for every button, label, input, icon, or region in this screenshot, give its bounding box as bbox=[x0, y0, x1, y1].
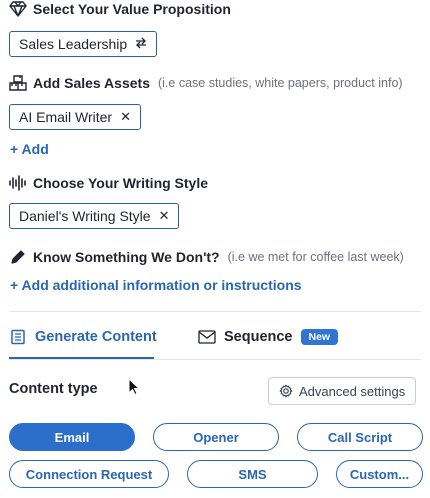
content-type-call-script[interactable]: Call Script bbox=[297, 423, 423, 451]
gear-icon bbox=[279, 384, 293, 398]
content-type-email[interactable]: Email bbox=[9, 423, 135, 451]
content-type-sms[interactable]: SMS bbox=[187, 460, 318, 488]
tab-generate-content-label: Generate Content bbox=[35, 329, 157, 345]
remove-writing-style-icon[interactable]: ✕ bbox=[159, 208, 170, 224]
envelope-icon bbox=[198, 328, 216, 346]
add-additional-info-link[interactable]: + Add additional information or instruct… bbox=[10, 277, 302, 293]
writing-style-chip[interactable]: Daniel's Writing Style ✕ bbox=[9, 203, 180, 229]
sales-asset-value: AI Email Writer bbox=[19, 109, 113, 125]
pencil-icon bbox=[9, 248, 27, 266]
advanced-settings-button[interactable]: Advanced settings bbox=[268, 377, 417, 405]
tab-sequence-label: Sequence bbox=[224, 329, 293, 345]
value-proposition-title: Select Your Value Proposition bbox=[33, 1, 231, 17]
writing-style-value: Daniel's Writing Style bbox=[19, 208, 151, 224]
extra-info-title: Know Something We Don't? bbox=[33, 249, 220, 265]
writing-style-header: Choose Your Writing Style bbox=[9, 174, 208, 192]
content-type-opener[interactable]: Opener bbox=[153, 423, 279, 451]
section-divider bbox=[9, 311, 421, 312]
extra-info-hint: (i.e we met for coffee last week) bbox=[227, 250, 404, 264]
extra-info-header: Know Something We Don't? (i.e we met for… bbox=[9, 248, 404, 266]
boxes-icon bbox=[9, 74, 27, 92]
value-proposition-header: Select Your Value Proposition bbox=[9, 0, 231, 18]
sales-assets-title: Add Sales Assets bbox=[33, 75, 150, 91]
sales-asset-chip[interactable]: AI Email Writer ✕ bbox=[9, 104, 141, 130]
tab-generate-content[interactable]: Generate Content bbox=[9, 328, 157, 346]
value-proposition-chip[interactable]: Sales Leadership bbox=[9, 31, 158, 57]
waveform-icon bbox=[9, 174, 27, 192]
new-badge: New bbox=[300, 329, 339, 345]
swap-icon[interactable] bbox=[135, 36, 147, 52]
value-proposition-value: Sales Leadership bbox=[19, 36, 128, 52]
document-icon bbox=[9, 328, 27, 346]
mouse-cursor-icon bbox=[128, 377, 141, 401]
content-type-custom[interactable]: Custom... bbox=[336, 460, 423, 488]
content-type-label: Content type bbox=[9, 381, 98, 397]
advanced-settings-label: Advanced settings bbox=[299, 383, 406, 399]
sales-assets-header: Add Sales Assets (i.e case studies, whit… bbox=[9, 74, 403, 92]
sales-assets-hint: (i.e case studies, white papers, product… bbox=[157, 76, 403, 90]
diamond-icon bbox=[9, 0, 27, 18]
add-asset-link[interactable]: + Add bbox=[10, 141, 49, 157]
writing-style-title: Choose Your Writing Style bbox=[33, 175, 209, 191]
tabs-divider bbox=[9, 359, 421, 360]
remove-asset-icon[interactable]: ✕ bbox=[120, 109, 131, 125]
tab-sequence[interactable]: Sequence New bbox=[198, 328, 339, 346]
content-type-connection-request[interactable]: Connection Request bbox=[9, 460, 169, 488]
